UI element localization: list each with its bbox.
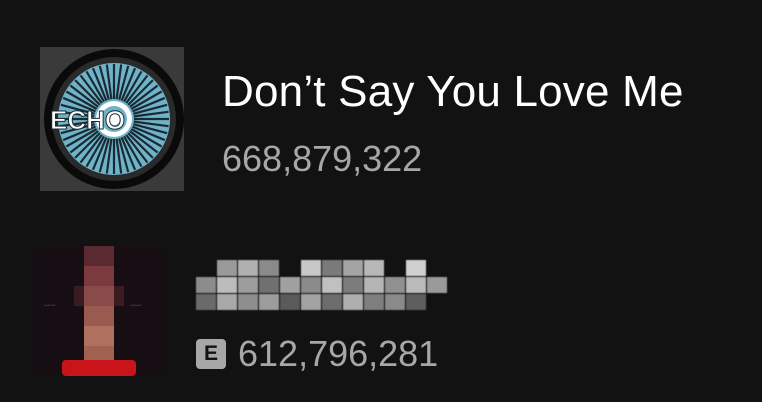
top-tracks-list: ECHO Don’t Say You Love Me 668,879,322 ~… — [0, 0, 762, 402]
redaction-block — [364, 294, 384, 310]
svg-text:~~~: ~~~ — [130, 302, 142, 310]
redaction-block — [259, 294, 279, 310]
redaction-block — [280, 260, 300, 276]
redaction-block — [301, 294, 321, 310]
album-art: ECHO — [40, 47, 184, 191]
track-info: E 612,796,281 — [196, 260, 447, 376]
redaction-block — [259, 277, 279, 293]
track-title[interactable]: Don’t Say You Love Me — [222, 65, 684, 119]
play-count: 668,879,322 — [222, 138, 423, 179]
redaction-block — [406, 260, 426, 276]
redaction-block — [427, 277, 447, 293]
redaction-block — [385, 277, 405, 293]
redaction-block — [301, 260, 321, 276]
redaction-block — [406, 277, 426, 293]
redaction-block — [196, 260, 216, 276]
redaction-block — [238, 260, 258, 276]
redaction-block — [427, 260, 447, 276]
redaction-block — [238, 277, 258, 293]
redaction-block — [259, 260, 279, 276]
redaction-block — [385, 294, 405, 310]
redaction-block — [217, 294, 237, 310]
redaction-block — [322, 294, 342, 310]
redaction-block — [196, 277, 216, 293]
redaction-block — [217, 277, 237, 293]
play-count-row: E 612,796,281 — [196, 332, 438, 376]
redaction-block — [385, 260, 405, 276]
redaction-block — [301, 277, 321, 293]
redaction-block — [343, 260, 363, 276]
redaction-block — [280, 294, 300, 310]
redacted-track-title[interactable] — [196, 260, 447, 310]
redaction-block — [322, 277, 342, 293]
redaction-block — [427, 294, 447, 310]
track-info: Don’t Say You Love Me 668,879,322 — [222, 65, 684, 181]
redaction-block — [364, 260, 384, 276]
track-row[interactable]: ~~~ ~~~ E 612,796,281 — [0, 246, 762, 376]
album-art: ~~~ ~~~ — [34, 246, 164, 376]
redaction-block — [322, 260, 342, 276]
redaction-block — [364, 277, 384, 293]
redaction-block — [406, 294, 426, 310]
redaction-block — [343, 277, 363, 293]
track-row[interactable]: ECHO Don’t Say You Love Me 668,879,322 — [0, 47, 762, 191]
blurred-cover-art: ~~~ ~~~ — [34, 246, 164, 376]
redaction-block — [196, 294, 216, 310]
redaction-block — [280, 277, 300, 293]
play-count: 612,796,281 — [238, 333, 439, 374]
echo-cover-art: ECHO — [40, 47, 184, 191]
redaction-block — [238, 294, 258, 310]
explicit-badge: E — [196, 339, 226, 369]
redaction-block — [217, 260, 237, 276]
redaction-block — [343, 294, 363, 310]
cover-text: ECHO — [50, 105, 125, 135]
svg-text:~~~: ~~~ — [44, 302, 56, 310]
